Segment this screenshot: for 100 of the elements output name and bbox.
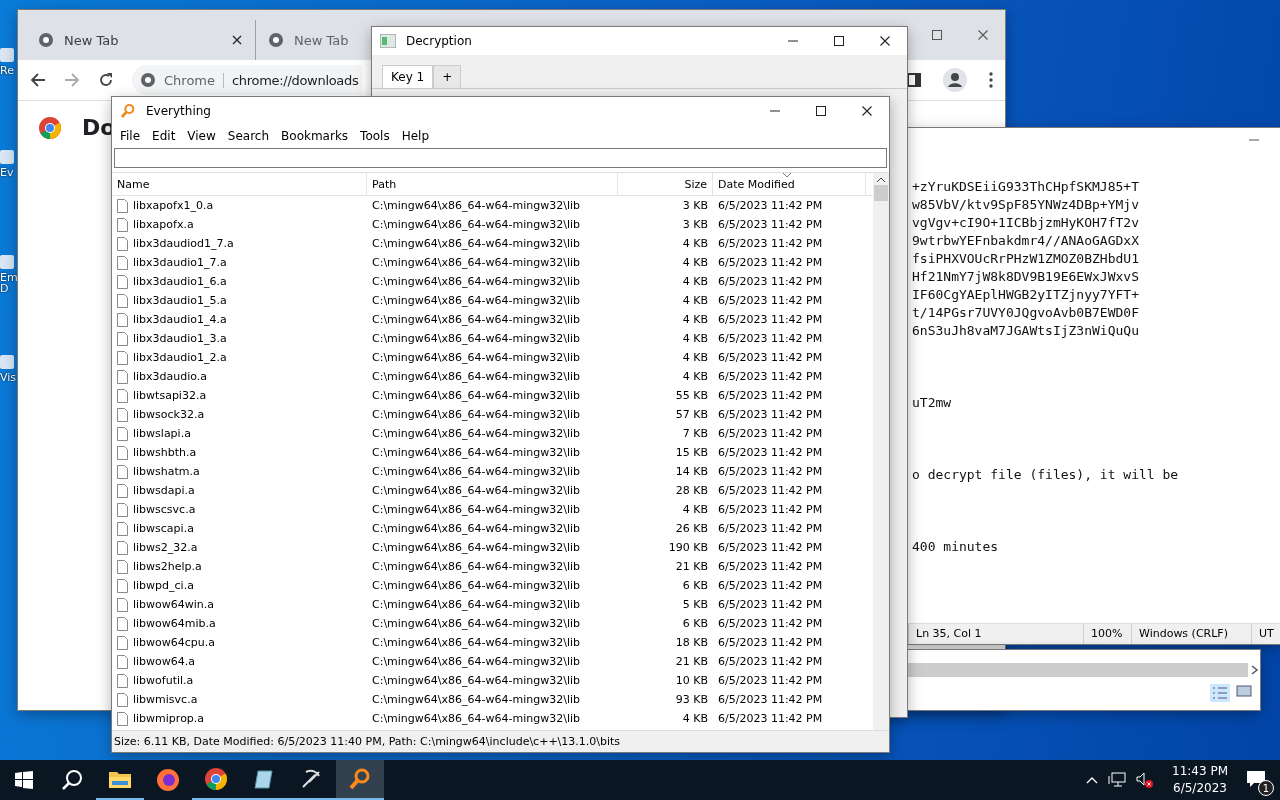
table-cell[interactable]: libwsock32.a	[112, 407, 367, 422]
table-cell[interactable]: libwshatm.a	[112, 464, 367, 479]
desktop-icon-label[interactable]: D	[0, 282, 9, 295]
speaker-muted-icon[interactable]	[1136, 772, 1154, 788]
table-cell[interactable]: libx3daudio1_6.a	[112, 274, 367, 289]
table-cell-text: 6/5/2023 11:42 PM	[717, 541, 824, 554]
windows-logo-icon[interactable]	[15, 771, 33, 789]
table-cell[interactable]: libwsdapi.a	[112, 483, 367, 498]
table-cell[interactable]: libwscapi.a	[112, 521, 367, 536]
file-name: libx3daudio1_5.a	[133, 294, 227, 307]
column-header[interactable]: Path	[367, 173, 618, 195]
table-cell[interactable]: libxapofx1_0.a	[112, 198, 367, 213]
notification-icon[interactable]	[1246, 770, 1266, 788]
table-cell[interactable]: libxapofx.a	[112, 217, 367, 232]
table-cell[interactable]: libx3daudio.a	[112, 369, 367, 384]
chevron-up-icon[interactable]	[1086, 776, 1098, 784]
tab[interactable]: Key 1	[382, 65, 434, 88]
menu-dots-icon[interactable]	[989, 72, 993, 88]
table-cell-text: 4 KB	[681, 332, 709, 345]
table-cell-text: C:\mingw64\x86_64-w64-mingw32\lib	[371, 199, 581, 212]
menu-item[interactable]: Bookmarks	[275, 129, 355, 143]
file-icon	[117, 331, 128, 346]
table-cell[interactable]: libx3daudio1_7.a	[112, 255, 367, 270]
thumbnail-view-icon[interactable]	[1236, 684, 1252, 698]
table-cell-text: 6/5/2023 11:42 PM	[717, 522, 824, 535]
reload-icon[interactable]	[98, 72, 114, 88]
file-name: libx3daudio1_3.a	[133, 332, 227, 345]
file-icon	[117, 464, 128, 479]
close-icon[interactable]	[231, 34, 243, 46]
table-cell[interactable]: libx3daudio1_3.a	[112, 331, 367, 346]
file-icon	[117, 616, 128, 631]
table-cell[interactable]: libx3daudiod1_7.a	[112, 236, 367, 251]
menu-item[interactable]: View	[181, 129, 222, 143]
column-header[interactable]: Size	[618, 173, 713, 195]
table-cell-text: 6/5/2023 11:42 PM	[717, 199, 824, 212]
file-icon	[117, 483, 128, 498]
table-cell[interactable]: libx3daudio1_5.a	[112, 293, 367, 308]
file-name: libwmisvc.a	[133, 693, 198, 706]
browser-tab[interactable]: New Tab	[26, 20, 256, 60]
table-cell-text: C:\mingw64\x86_64-w64-mingw32\lib	[371, 389, 581, 402]
table-cell[interactable]: libwmiprop.a	[112, 711, 367, 726]
search-icon[interactable]	[61, 769, 83, 791]
vertical-scrollbar[interactable]	[873, 173, 889, 730]
close-icon[interactable]	[861, 105, 873, 117]
file-icon	[117, 597, 128, 612]
table-cell[interactable]: libwmisvc.a	[112, 692, 367, 707]
file-icon	[117, 255, 128, 270]
table-cell[interactable]: libws2help.a	[112, 559, 367, 574]
table-cell[interactable]: libwslapi.a	[112, 426, 367, 441]
address-bar[interactable]: Chrome chrome://downloads	[132, 65, 363, 95]
table-cell[interactable]: libwow64.a	[112, 654, 367, 669]
table-cell[interactable]: libx3daudio1_4.a	[112, 312, 367, 327]
table-cell[interactable]: libwtsapi32.a	[112, 388, 367, 403]
table-cell-text: C:\mingw64\x86_64-w64-mingw32\lib	[371, 579, 581, 592]
magnifier-icon	[348, 767, 372, 791]
maximize-icon[interactable]	[833, 35, 845, 47]
menu-item[interactable]: Help	[395, 129, 436, 143]
back-arrow-icon[interactable]	[30, 72, 46, 88]
table-cell-text: 6/5/2023 11:42 PM	[717, 598, 824, 611]
profile-icon[interactable]	[943, 68, 967, 92]
table-cell[interactable]: libwow64mib.a	[112, 616, 367, 631]
table-cell-text: 26 KB	[674, 522, 709, 535]
table-cell-text: C:\mingw64\x86_64-w64-mingw32\lib	[371, 560, 581, 573]
column-header[interactable]: Name	[112, 173, 367, 195]
network-icon[interactable]	[1108, 772, 1126, 788]
table-cell[interactable]: libwofutil.a	[112, 673, 367, 688]
desktop-icon-label[interactable]: Vis	[0, 371, 17, 384]
table-cell[interactable]: libws2_32.a	[112, 540, 367, 555]
maximize-icon[interactable]	[815, 105, 827, 117]
menu-item[interactable]: File	[114, 129, 147, 143]
table-cell[interactable]: libx3daudio1_2.a	[112, 350, 367, 365]
menu-item[interactable]: Search	[221, 129, 276, 143]
desktop-icon-label[interactable]: Em	[0, 271, 18, 284]
browser-tab[interactable]: New Tab	[256, 20, 362, 60]
column-header[interactable]: Date Modified	[713, 173, 866, 195]
scrollbar-track[interactable]	[908, 663, 1248, 677]
clock[interactable]: 11:43 PM 6/5/2023	[1172, 763, 1228, 797]
desktop-icon-label[interactable]: Re	[0, 64, 14, 77]
table-cell-text: C:\mingw64\x86_64-w64-mingw32\lib	[371, 218, 581, 231]
file-icon	[117, 350, 128, 365]
tab[interactable]: +	[433, 65, 462, 88]
table-cell[interactable]: libwshbth.a	[112, 445, 367, 460]
side-panel-icon[interactable]	[907, 73, 921, 87]
search-field[interactable]	[114, 148, 887, 168]
table-cell[interactable]: libwpd_ci.a	[112, 578, 367, 593]
status-field: 100%	[1083, 624, 1131, 644]
table-cell[interactable]: libwscsvc.a	[112, 502, 367, 517]
scroll-up-icon[interactable]	[877, 177, 885, 183]
table-cell-text: 5 KB	[681, 598, 709, 611]
menu-item[interactable]: Tools	[354, 129, 396, 143]
desktop-icon-label[interactable]: Ev	[0, 166, 14, 179]
file-name: libx3daudio1_2.a	[133, 351, 227, 364]
table-cell-text: C:\mingw64\x86_64-w64-mingw32\lib	[371, 465, 581, 478]
scrollbar-thumb[interactable]	[874, 185, 888, 201]
table-cell-text: 7 KB	[681, 427, 709, 440]
table-cell[interactable]: libwow64win.a	[112, 597, 367, 612]
table-cell[interactable]: libwow64cpu.a	[112, 635, 367, 650]
menu-item[interactable]: Edit	[146, 129, 182, 143]
close-icon[interactable]	[879, 35, 891, 47]
file-icon	[117, 236, 128, 251]
